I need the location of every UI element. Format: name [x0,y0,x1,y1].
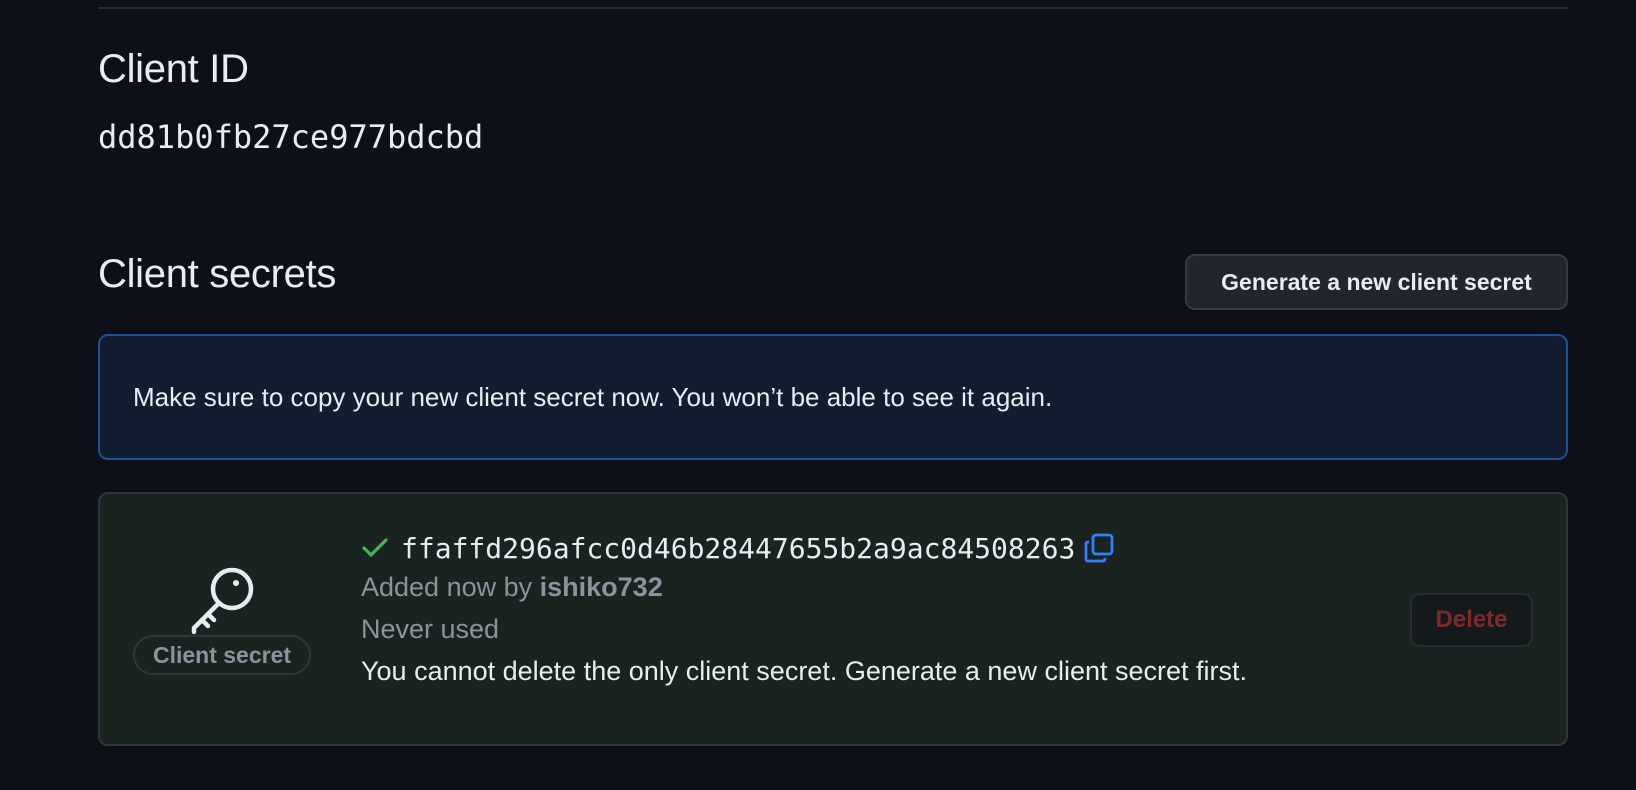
client-secret-type-badge: Client secret [133,635,311,675]
added-prefix: Added now by [361,572,533,602]
client-secret-card: Client secret ffaffd296afcc0d46b28447655… [98,492,1568,746]
secret-added-info: Added now by ishiko732 [361,572,663,603]
generate-client-secret-button[interactable]: Generate a new client secret [1185,254,1568,310]
copy-icon[interactable] [1083,532,1115,564]
client-id-heading: Client ID [98,47,249,91]
delete-secret-button[interactable]: Delete [1410,593,1533,647]
section-divider [98,7,1568,9]
client-id-value: dd81b0fb27ce977bdcbd [98,118,484,156]
added-by-user: ishiko732 [539,572,663,602]
delete-restriction-notice: You cannot delete the only client secret… [361,656,1248,686]
secret-value-row: ffaffd296afcc0d46b28447655b2a9ac84508263 [361,530,1115,566]
check-icon [361,536,389,560]
client-secret-value: ffaffd296afcc0d46b28447655b2a9ac84508263 [401,531,1076,565]
client-secrets-heading: Client secrets [98,252,337,296]
secret-usage-status: Never used [361,614,500,644]
copy-secret-flash-notice: Make sure to copy your new client secret… [98,334,1568,460]
flash-message: Make sure to copy your new client secret… [133,381,1053,412]
key-icon [188,564,258,635]
